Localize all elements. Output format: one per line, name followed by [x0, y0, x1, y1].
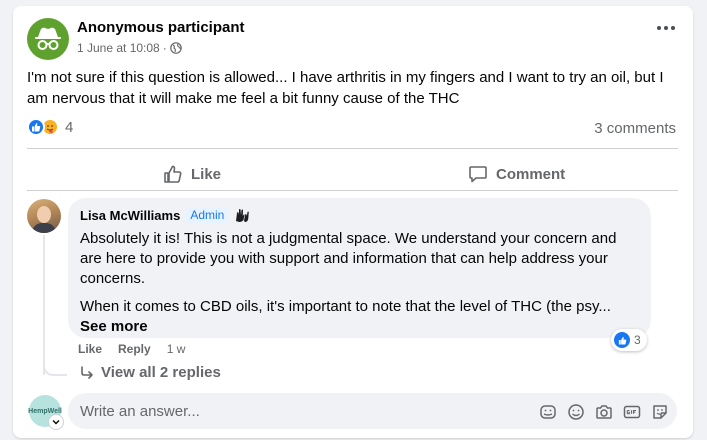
composer-tools — [538, 402, 669, 421]
comment-button[interactable]: Comment — [468, 156, 565, 192]
divider — [27, 190, 678, 191]
like-button[interactable]: Like — [163, 156, 221, 192]
post-author-avatar[interactable] — [27, 18, 69, 60]
more-dots-icon[interactable] — [657, 26, 675, 30]
post-body: I'm not sure if this question is allowed… — [27, 69, 664, 107]
comment-button-label: Comment — [496, 165, 566, 183]
comments-count[interactable]: 3 comments — [594, 120, 676, 137]
sticker-smile-icon[interactable] — [650, 402, 669, 421]
incognito-icon — [35, 27, 61, 50]
thread-curve — [43, 360, 67, 376]
comment-paragraph: Absolutely it is! This is not a judgment… — [80, 230, 617, 287]
view-replies-label: View all 2 replies — [101, 364, 221, 381]
chevron-down-icon[interactable] — [49, 415, 63, 429]
comment-bubble: Lisa McWilliams Admin Absolutely it is! … — [68, 198, 651, 338]
view-replies-button[interactable]: View all 2 replies — [79, 364, 221, 381]
commenter-avatar[interactable] — [27, 199, 61, 233]
emoji-icon[interactable] — [566, 402, 585, 421]
see-more-link[interactable]: See more — [80, 318, 148, 335]
commenter-name[interactable]: Lisa McWilliams — [80, 208, 180, 223]
comment-reaction-count: 3 — [634, 333, 641, 347]
globe-icon — [169, 42, 182, 54]
post-meta: 1 June at 10:08 · — [77, 41, 182, 55]
post-date[interactable]: 1 June at 10:08 — [77, 41, 160, 55]
speech-bubble-icon — [469, 166, 487, 183]
comment-truncated-text: When it comes to CBD oils, it's importan… — [80, 298, 611, 315]
reply-arrow-icon — [81, 365, 93, 379]
comment-reply-button[interactable]: Reply — [118, 342, 151, 356]
admin-badge[interactable]: Admin — [186, 207, 229, 223]
post-author-name[interactable]: Anonymous participant — [77, 19, 245, 36]
comment-reactions[interactable]: 3 — [611, 329, 647, 351]
like-reaction-icon — [614, 332, 630, 348]
post-reactions[interactable]: 4 — [27, 118, 73, 136]
like-reaction-icon — [27, 118, 45, 136]
comment-time[interactable]: 1 w — [167, 342, 186, 356]
gif-icon[interactable] — [622, 402, 641, 421]
comment-like-button[interactable]: Like — [78, 342, 102, 356]
raised-hands-icon — [236, 209, 250, 222]
thread-line — [43, 235, 45, 375]
camera-icon[interactable] — [594, 402, 613, 421]
reaction-count: 4 — [65, 118, 74, 136]
post-card: Anonymous participant 1 June at 10:08 · … — [13, 6, 693, 438]
divider — [27, 148, 678, 149]
comment-actions: Like Reply 1 w — [78, 342, 185, 356]
current-user-avatar-text: HempWell — [28, 407, 62, 415]
answer-input[interactable] — [80, 402, 520, 420]
like-button-label: Like — [191, 165, 222, 183]
answer-composer — [68, 393, 677, 429]
sticker-icon[interactable] — [538, 402, 557, 421]
comment-paragraph-truncated: When it comes to CBD oils, it's importan… — [80, 297, 639, 337]
meta-separator: · — [162, 41, 167, 55]
thumbs-up-icon — [164, 165, 182, 183]
